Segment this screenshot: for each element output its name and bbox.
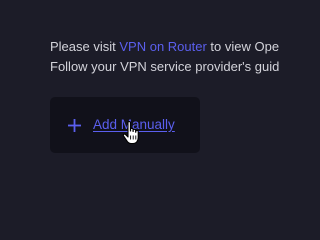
vpn-on-router-link[interactable]: VPN on Router (119, 39, 206, 54)
info-line-2: Follow your VPN service provider's guid (50, 59, 280, 74)
info-line-1: Please visit VPN on Router to view Ope (50, 37, 310, 57)
info-line-1-suffix: to view Ope (206, 39, 280, 54)
info-line-1-prefix: Please visit (50, 39, 120, 54)
vpn-info-text: Please visit VPN on Router to view Ope F… (50, 37, 310, 77)
hand-pointer-cursor-icon (122, 121, 139, 145)
plus-icon (68, 118, 81, 132)
